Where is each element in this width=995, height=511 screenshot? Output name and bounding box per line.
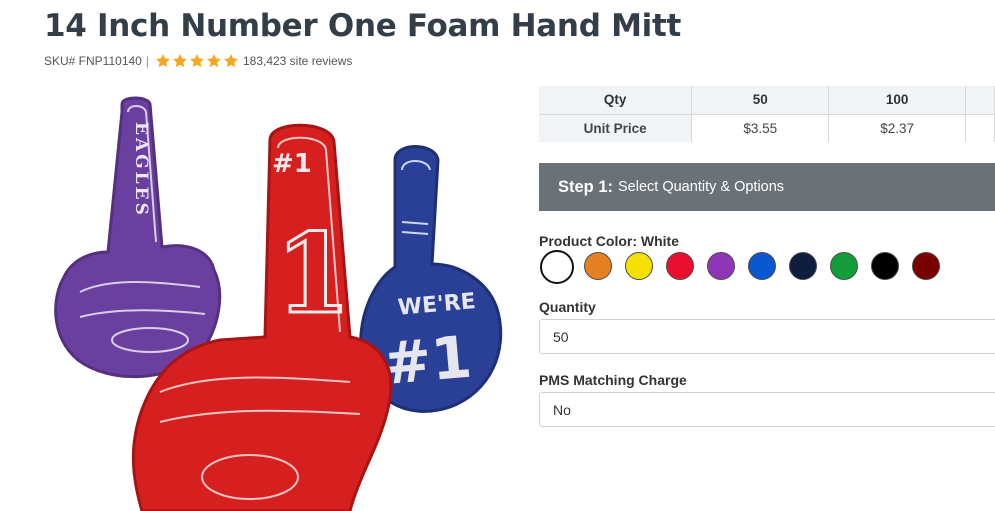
star-icon — [156, 54, 170, 68]
qty-col-3 — [965, 86, 995, 115]
product-title: 14 Inch Number One Foam Hand Mitt — [44, 8, 681, 44]
product-image: EAGLES WE'RE #1 #1 1 — [54, 96, 503, 511]
color-swatch[interactable] — [748, 252, 776, 280]
price-col-3 — [965, 114, 995, 142]
step-1-header[interactable]: Step 1: Select Quantity & Options — [539, 163, 995, 211]
color-swatch[interactable] — [912, 252, 940, 280]
color-swatch[interactable] — [625, 252, 653, 280]
star-icon — [190, 54, 204, 68]
star-icon — [173, 54, 187, 68]
price-table-price-row: Unit Price $3.55 $2.37 — [539, 114, 995, 142]
qty-row-label: Qty — [539, 86, 693, 115]
purple-hand-text: EAGLES — [131, 122, 151, 218]
red-hand-digit: 1 — [275, 209, 352, 338]
quantity-label: Quantity — [539, 299, 596, 315]
product-color-label: Product Color: White — [539, 233, 679, 249]
price-table: Qty 50 100 Unit Price $3.55 $2.37 — [539, 86, 995, 142]
quantity-input[interactable]: 50 — [539, 319, 995, 354]
price-table-qty-row: Qty 50 100 — [539, 86, 995, 115]
star-icon — [207, 54, 221, 68]
blue-hand-line2: #1 — [380, 323, 475, 398]
product-meta: SKU# FNP110140 | 183,423 site reviews — [44, 52, 352, 70]
star-icon — [224, 54, 238, 68]
color-swatch[interactable] — [830, 252, 858, 280]
price-col-1: $3.55 — [691, 114, 830, 142]
qty-col-2: 100 — [828, 86, 967, 115]
review-count-link[interactable]: 183,423 site reviews — [243, 54, 352, 68]
purple-foam-hand: EAGLES — [54, 96, 222, 378]
pms-label: PMS Matching Charge — [539, 372, 687, 388]
qty-col-1: 50 — [691, 86, 830, 115]
pms-select[interactable]: No — [539, 392, 995, 427]
rating-stars[interactable] — [155, 53, 239, 69]
price-col-2: $2.37 — [828, 114, 967, 142]
sku-text: SKU# FNP110140 — [44, 54, 142, 68]
step-number: Step 1: — [558, 177, 614, 196]
meta-separator: | — [145, 54, 149, 68]
color-swatch[interactable] — [666, 252, 694, 280]
step-title: Select Quantity & Options — [618, 179, 785, 195]
color-swatch[interactable] — [789, 252, 817, 280]
price-row-label: Unit Price — [539, 114, 693, 142]
color-swatch[interactable] — [707, 252, 735, 280]
color-swatch[interactable] — [871, 252, 899, 280]
color-swatch[interactable] — [584, 252, 612, 280]
red-hand-text: #1 — [272, 149, 312, 179]
color-swatch[interactable] — [540, 250, 574, 284]
